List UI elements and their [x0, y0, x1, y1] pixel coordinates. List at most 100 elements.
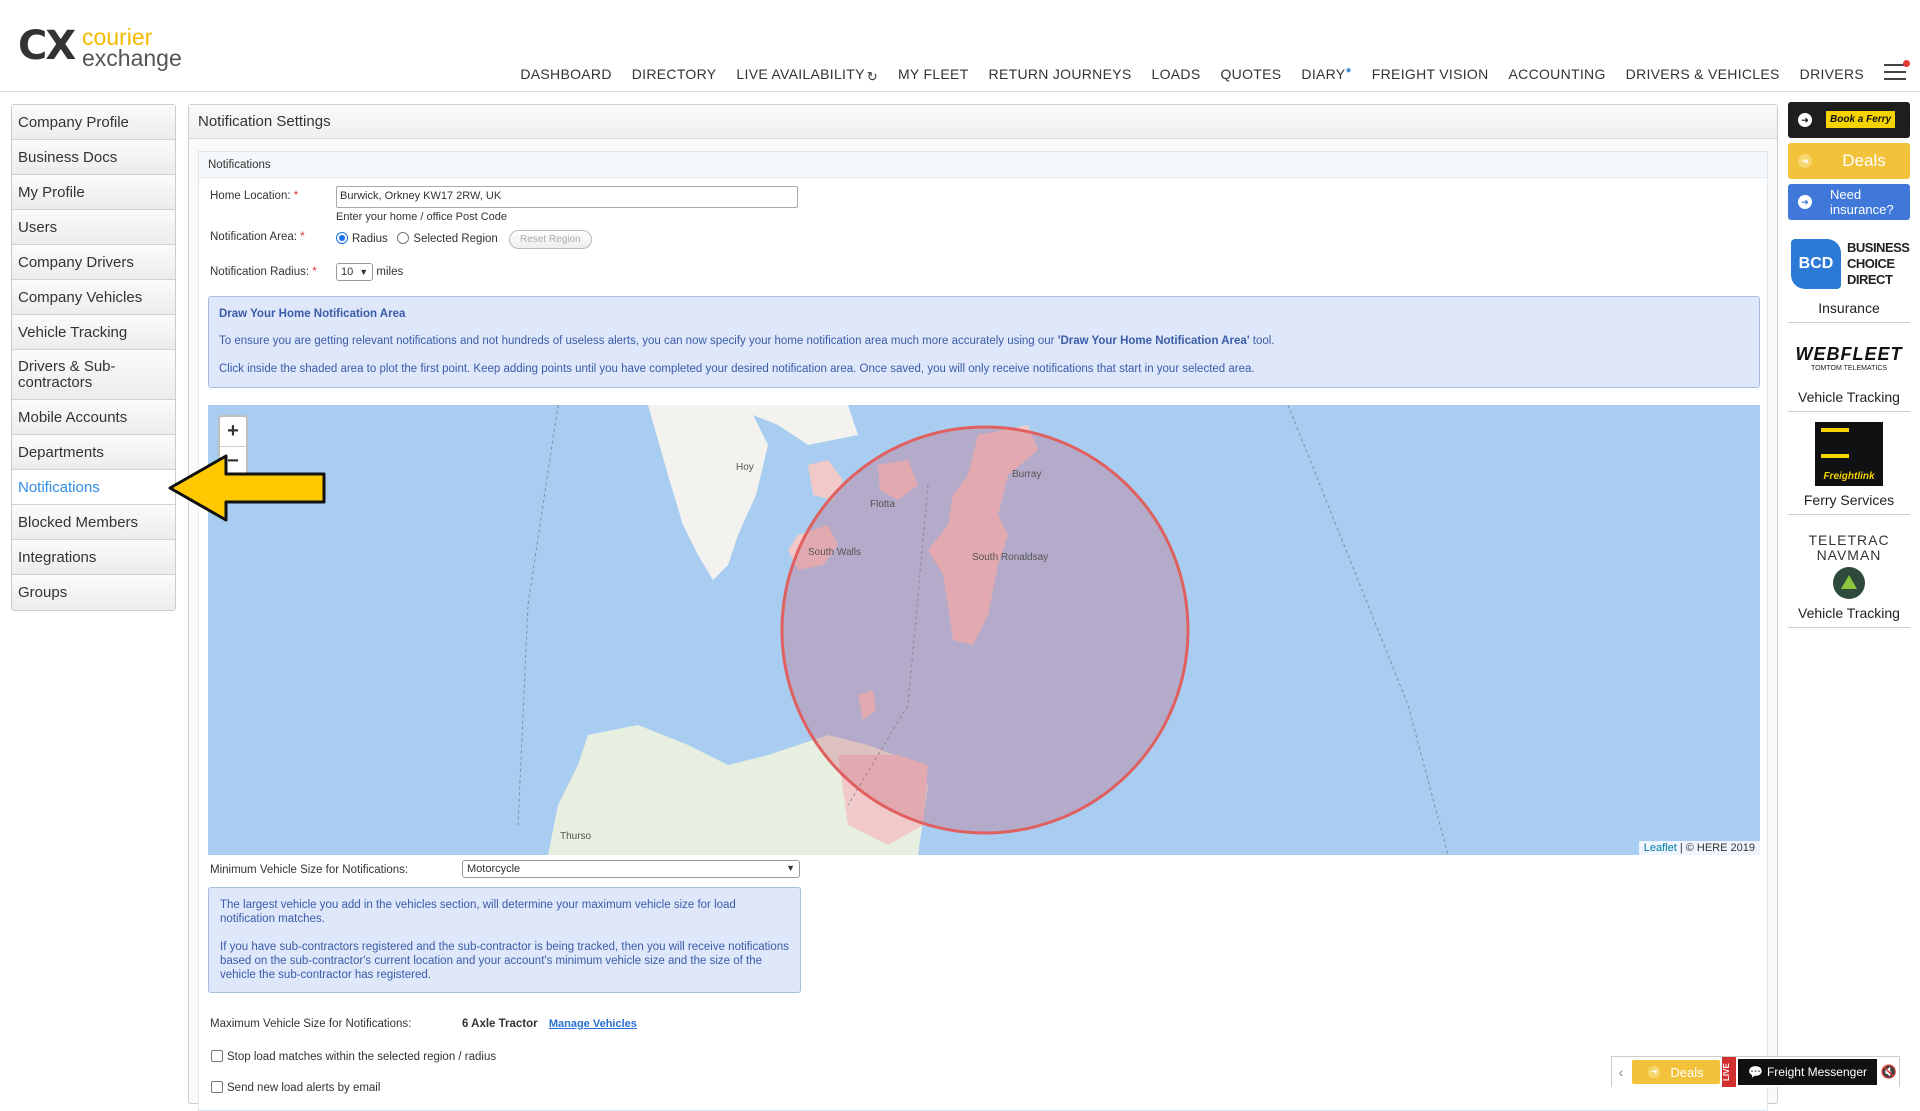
send-email-checkbox[interactable]	[211, 1081, 223, 1093]
nav-return-journeys[interactable]: RETURN JOURNEYS	[989, 66, 1132, 83]
live-badge: LIVE	[1722, 1057, 1736, 1087]
info-text-bold: 'Draw Your Home Notification Area'	[1058, 335, 1250, 347]
home-location-input[interactable]: Burwick, Orkney KW17 2RW, UK	[336, 186, 798, 208]
sidebar-item-vehicle-tracking[interactable]: Vehicle Tracking	[12, 315, 175, 350]
max-vehicle-label: Maximum Vehicle Size for Notifications:	[210, 1018, 411, 1030]
bottom-deals-button[interactable]: ➜Deals	[1632, 1060, 1720, 1084]
leaflet-link[interactable]: Leaflet	[1644, 842, 1677, 854]
stop-matches-row: Stop load matches within the selected re…	[211, 1050, 496, 1063]
required-marker: *	[294, 190, 298, 202]
sidebar-item-departments[interactable]: Departments	[12, 435, 175, 470]
hamburger-menu-icon[interactable]	[1884, 64, 1906, 80]
sidebar-item-my-profile[interactable]: My Profile	[12, 175, 175, 210]
radius-value: 10	[341, 266, 353, 278]
attribution-text: | © HERE 2019	[1677, 842, 1755, 854]
bottom-widget-bar: ‹ ➜Deals LIVE 💬Freight Messenger 🔇	[1611, 1056, 1900, 1087]
sponsor-bcd[interactable]: BCD BUSINESS CHOICE DIRECT Insurance	[1788, 234, 1910, 323]
sidebar-item-integrations[interactable]: Integrations	[12, 540, 175, 575]
sidebar-item-label: Business Docs	[18, 149, 117, 166]
book-ferry-button[interactable]: ➜ Book a Ferry	[1788, 102, 1910, 138]
deals-label: Deals	[1788, 151, 1910, 171]
chevron-down-icon: ▼	[786, 863, 795, 875]
sidebar-item-label: Vehicle Tracking	[18, 324, 127, 341]
label-text: Home Location:	[210, 190, 291, 202]
sidebar-item-mobile-accounts[interactable]: Mobile Accounts	[12, 400, 175, 435]
nav-accounting[interactable]: ACCOUNTING	[1509, 66, 1606, 83]
nav-label: MY FLEET	[898, 66, 969, 82]
radius-select[interactable]: 10▼	[336, 263, 373, 281]
map-tiles[interactable]: Hoy Burray Flotta South Walls South Rona…	[208, 405, 1760, 855]
sidebar-item-company-drivers[interactable]: Company Drivers	[12, 245, 175, 280]
map-label-south-walls: South Walls	[808, 547, 861, 558]
courier-exchange-logo[interactable]: CX courier exchange	[18, 26, 178, 70]
map-ferry-route	[1288, 405, 1448, 855]
sidebar-item-blocked-members[interactable]: Blocked Members	[12, 505, 175, 540]
nav-drivers[interactable]: DRIVERS	[1800, 66, 1864, 83]
nav-directory[interactable]: DIRECTORY	[632, 66, 717, 83]
manage-vehicles-link[interactable]: Manage Vehicles	[549, 1018, 637, 1030]
info-box-paragraph: The largest vehicle you add in the vehic…	[220, 898, 789, 926]
arrow-right-icon: ➜	[1798, 195, 1812, 209]
sidebar-item-groups[interactable]: Groups	[12, 575, 175, 610]
notification-area-map[interactable]: Hoy Burray Flotta South Walls South Rona…	[208, 405, 1760, 855]
logo-mark: CX	[18, 26, 74, 66]
nav-loads[interactable]: LOADS	[1152, 66, 1201, 83]
nav-freight-vision[interactable]: FREIGHT VISION	[1372, 66, 1489, 83]
send-email-row: Send new load alerts by email	[211, 1081, 380, 1094]
zoom-in-button[interactable]: +	[220, 417, 246, 447]
sponsor-caption: Ferry Services	[1788, 492, 1910, 508]
stop-matches-checkbox[interactable]	[211, 1050, 223, 1062]
chevron-left-icon[interactable]: ‹	[1612, 1057, 1630, 1087]
nav-label: QUOTES	[1220, 66, 1281, 82]
sponsor-teletrac[interactable]: TELETRAC NAVMAN Vehicle Tracking	[1788, 533, 1910, 628]
webfleet-wordmark: WEBFLEET	[1796, 344, 1903, 365]
truck-icon	[1821, 428, 1849, 458]
sidebar-item-company-profile[interactable]: Company Profile	[12, 105, 175, 140]
logo-word-exchange: exchange	[82, 46, 182, 70]
sidebar-item-users[interactable]: Users	[12, 210, 175, 245]
radius-circle	[782, 427, 1188, 833]
sponsor-freightlink[interactable]: Freightlink Ferry Services	[1788, 422, 1910, 515]
freight-messenger-button[interactable]: 💬Freight Messenger	[1738, 1059, 1877, 1085]
sponsor-column: ➜ Book a Ferry ➜ Deals ➜ Need insurance?…	[1788, 102, 1910, 638]
top-header: CX courier exchange DASHBOARD DIRECTORY …	[0, 0, 1920, 92]
page-title: Notification Settings	[189, 105, 1777, 139]
sidebar-item-label: Blocked Members	[18, 514, 138, 531]
nav-label: LIVE AVAILABILITY	[736, 66, 864, 82]
min-vehicle-value: Motorcycle	[467, 863, 520, 875]
required-marker: *	[312, 266, 316, 278]
map-label-south-ronaldsay: South Ronaldsay	[972, 552, 1048, 563]
sidebar-item-label: My Profile	[18, 184, 85, 201]
sidebar-item-company-vehicles[interactable]: Company Vehicles	[12, 280, 175, 315]
label-text: Notification Area:	[210, 231, 297, 243]
nav-my-fleet[interactable]: MY FLEET	[898, 66, 969, 83]
nav-drivers-vehicles[interactable]: DRIVERS & VEHICLES	[1626, 66, 1780, 83]
radius-radio[interactable]	[336, 232, 348, 244]
mute-icon[interactable]: 🔇	[1879, 1057, 1899, 1087]
nav-quotes[interactable]: QUOTES	[1220, 66, 1281, 83]
nav-dashboard[interactable]: DASHBOARD	[520, 66, 611, 83]
settings-sidebar: Company Profile Business Docs My Profile…	[11, 104, 176, 611]
nav-diary[interactable]: DIARY●	[1301, 66, 1351, 83]
sponsor-webfleet[interactable]: WEBFLEET TOMTOM TELEMATICS Vehicle Track…	[1788, 333, 1910, 412]
nav-label: DRIVERS & VEHICLES	[1626, 66, 1780, 82]
radius-unit: miles	[376, 266, 403, 278]
deals-button[interactable]: ➜ Deals	[1788, 143, 1910, 179]
map-ferry-route	[518, 405, 558, 825]
bcd-logo-text: BUSINESS CHOICE DIRECT	[1847, 240, 1907, 288]
reset-region-button[interactable]: Reset Region	[509, 230, 592, 249]
pointer-arrow-icon	[168, 454, 328, 522]
min-vehicle-select[interactable]: Motorcycle ▼	[462, 860, 800, 878]
sponsor-caption: Vehicle Tracking	[1788, 389, 1910, 405]
map-label-burray: Burray	[1012, 469, 1041, 480]
nav-live-availability[interactable]: LIVE AVAILABILITY↻	[736, 66, 878, 83]
sidebar-item-label: Drivers & Sub-contractors	[18, 359, 169, 391]
sidebar-item-drivers-subcontractors[interactable]: Drivers & Sub-contractors	[12, 350, 175, 400]
selected-region-radio[interactable]	[397, 232, 409, 244]
sidebar-item-notifications[interactable]: Notifications	[12, 470, 175, 505]
need-insurance-button[interactable]: ➜ Need insurance?	[1788, 184, 1910, 220]
sidebar-item-business-docs[interactable]: Business Docs	[12, 140, 175, 175]
section-title: Notifications	[199, 152, 1767, 178]
arrow-right-icon: ➜	[1648, 1066, 1660, 1078]
notifications-form: Notifications Home Location: * Burwick, …	[198, 151, 1768, 1111]
